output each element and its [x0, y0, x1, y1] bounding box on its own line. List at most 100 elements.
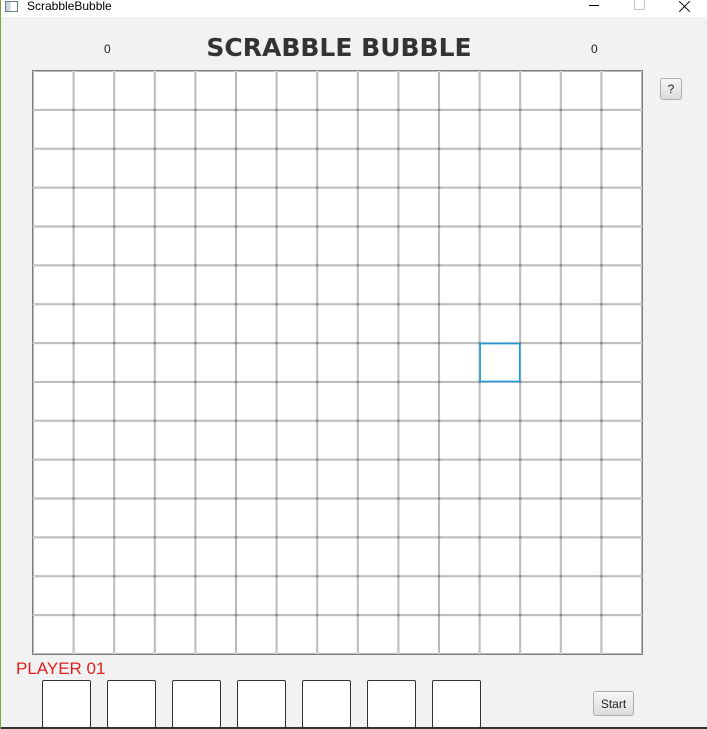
board-cell[interactable] — [236, 304, 277, 344]
board-cell[interactable] — [398, 265, 439, 305]
board-cell[interactable] — [195, 109, 236, 149]
board-cell[interactable] — [236, 576, 277, 616]
board-cell[interactable] — [33, 71, 74, 110]
board-cell[interactable] — [398, 71, 439, 110]
board-cell[interactable] — [560, 537, 602, 577]
board-cell[interactable] — [479, 265, 521, 305]
board-cell[interactable] — [398, 498, 439, 538]
board-cell[interactable] — [357, 71, 399, 110]
board-cell[interactable] — [317, 226, 358, 266]
board-cell[interactable] — [520, 537, 561, 577]
board-cell[interactable] — [195, 265, 236, 305]
board-cell[interactable] — [398, 226, 439, 266]
board-cell[interactable] — [439, 265, 480, 305]
board-cell[interactable] — [317, 71, 358, 110]
board-cell[interactable] — [398, 109, 439, 149]
board-cell[interactable] — [276, 71, 318, 110]
board-cell[interactable] — [236, 148, 277, 188]
board-cell[interactable] — [33, 265, 74, 305]
board-cell[interactable] — [479, 109, 521, 149]
board-cell[interactable] — [357, 381, 399, 421]
board-cell[interactable] — [154, 459, 196, 499]
board-cell[interactable] — [154, 71, 196, 110]
board-cell[interactable] — [276, 187, 318, 227]
board-cell[interactable] — [520, 343, 561, 382]
board-cell[interactable] — [601, 420, 642, 460]
board-cell[interactable] — [195, 615, 236, 654]
board-cell[interactable] — [73, 537, 115, 577]
board-cell[interactable] — [154, 109, 196, 149]
board-cell[interactable] — [73, 576, 115, 616]
board-cell[interactable] — [276, 459, 318, 499]
board-cell[interactable] — [560, 420, 602, 460]
board-cell[interactable] — [114, 148, 155, 188]
board-cell[interactable] — [154, 148, 196, 188]
board-cell[interactable] — [33, 537, 74, 577]
board-cell[interactable] — [73, 187, 115, 227]
board-cell[interactable] — [520, 109, 561, 149]
board-cell[interactable] — [33, 459, 74, 499]
board-cell[interactable] — [357, 615, 399, 654]
board-cell[interactable] — [73, 343, 115, 382]
board-cell[interactable] — [33, 304, 74, 344]
board-cell[interactable] — [114, 304, 155, 344]
board-cell[interactable] — [33, 381, 74, 421]
board-cell[interactable] — [114, 109, 155, 149]
board-cell[interactable] — [439, 71, 480, 110]
board-cell[interactable] — [357, 148, 399, 188]
board-cell[interactable] — [236, 226, 277, 266]
board-cell[interactable] — [479, 148, 521, 188]
board-cell[interactable] — [317, 459, 358, 499]
board-cell[interactable] — [317, 498, 358, 538]
board-cell[interactable] — [520, 187, 561, 227]
maximize-button[interactable] — [616, 0, 662, 17]
board-cell[interactable] — [560, 71, 602, 110]
board-cell[interactable] — [601, 71, 642, 110]
board-cell[interactable] — [33, 109, 74, 149]
board-cell[interactable] — [195, 187, 236, 227]
rack-tile[interactable] — [172, 680, 221, 728]
board-cell[interactable] — [195, 148, 236, 188]
board-cell[interactable] — [601, 265, 642, 305]
board-cell[interactable] — [398, 304, 439, 344]
close-button[interactable] — [662, 0, 707, 17]
board-cell[interactable] — [439, 226, 480, 266]
board-cell[interactable] — [33, 226, 74, 266]
board-cell[interactable] — [154, 265, 196, 305]
board-cell[interactable] — [560, 304, 602, 344]
board-cell[interactable] — [73, 226, 115, 266]
board-cell[interactable] — [236, 459, 277, 499]
board-cell[interactable] — [276, 304, 318, 344]
board-cell[interactable] — [114, 537, 155, 577]
board-cell[interactable] — [601, 615, 642, 654]
rack-tile[interactable] — [42, 680, 91, 728]
board-cell[interactable] — [276, 265, 318, 305]
board-cell[interactable] — [601, 498, 642, 538]
board-cell[interactable] — [154, 304, 196, 344]
rack-tile[interactable] — [237, 680, 286, 728]
help-button[interactable]: ? — [660, 78, 682, 100]
board-cell[interactable] — [398, 187, 439, 227]
board-cell[interactable] — [439, 381, 480, 421]
board-cell[interactable] — [439, 148, 480, 188]
board-cell[interactable] — [357, 109, 399, 149]
board-cell[interactable] — [195, 459, 236, 499]
board-cell[interactable] — [154, 615, 196, 654]
board-cell[interactable] — [317, 304, 358, 344]
board-cell[interactable] — [520, 265, 561, 305]
board-cell[interactable] — [73, 265, 115, 305]
board-cell[interactable] — [398, 537, 439, 577]
board-cell[interactable] — [276, 109, 318, 149]
board-cell[interactable] — [439, 576, 480, 616]
board-cell[interactable] — [154, 420, 196, 460]
board-cell[interactable] — [73, 109, 115, 149]
board-cell[interactable] — [398, 343, 439, 382]
board-cell[interactable] — [236, 71, 277, 110]
rack-tile[interactable] — [432, 680, 481, 728]
board-cell[interactable] — [73, 304, 115, 344]
board-cell[interactable] — [114, 498, 155, 538]
board-cell[interactable] — [479, 381, 521, 421]
board-cell[interactable] — [439, 615, 480, 654]
board-cell[interactable] — [601, 343, 642, 382]
board-cell[interactable] — [236, 187, 277, 227]
